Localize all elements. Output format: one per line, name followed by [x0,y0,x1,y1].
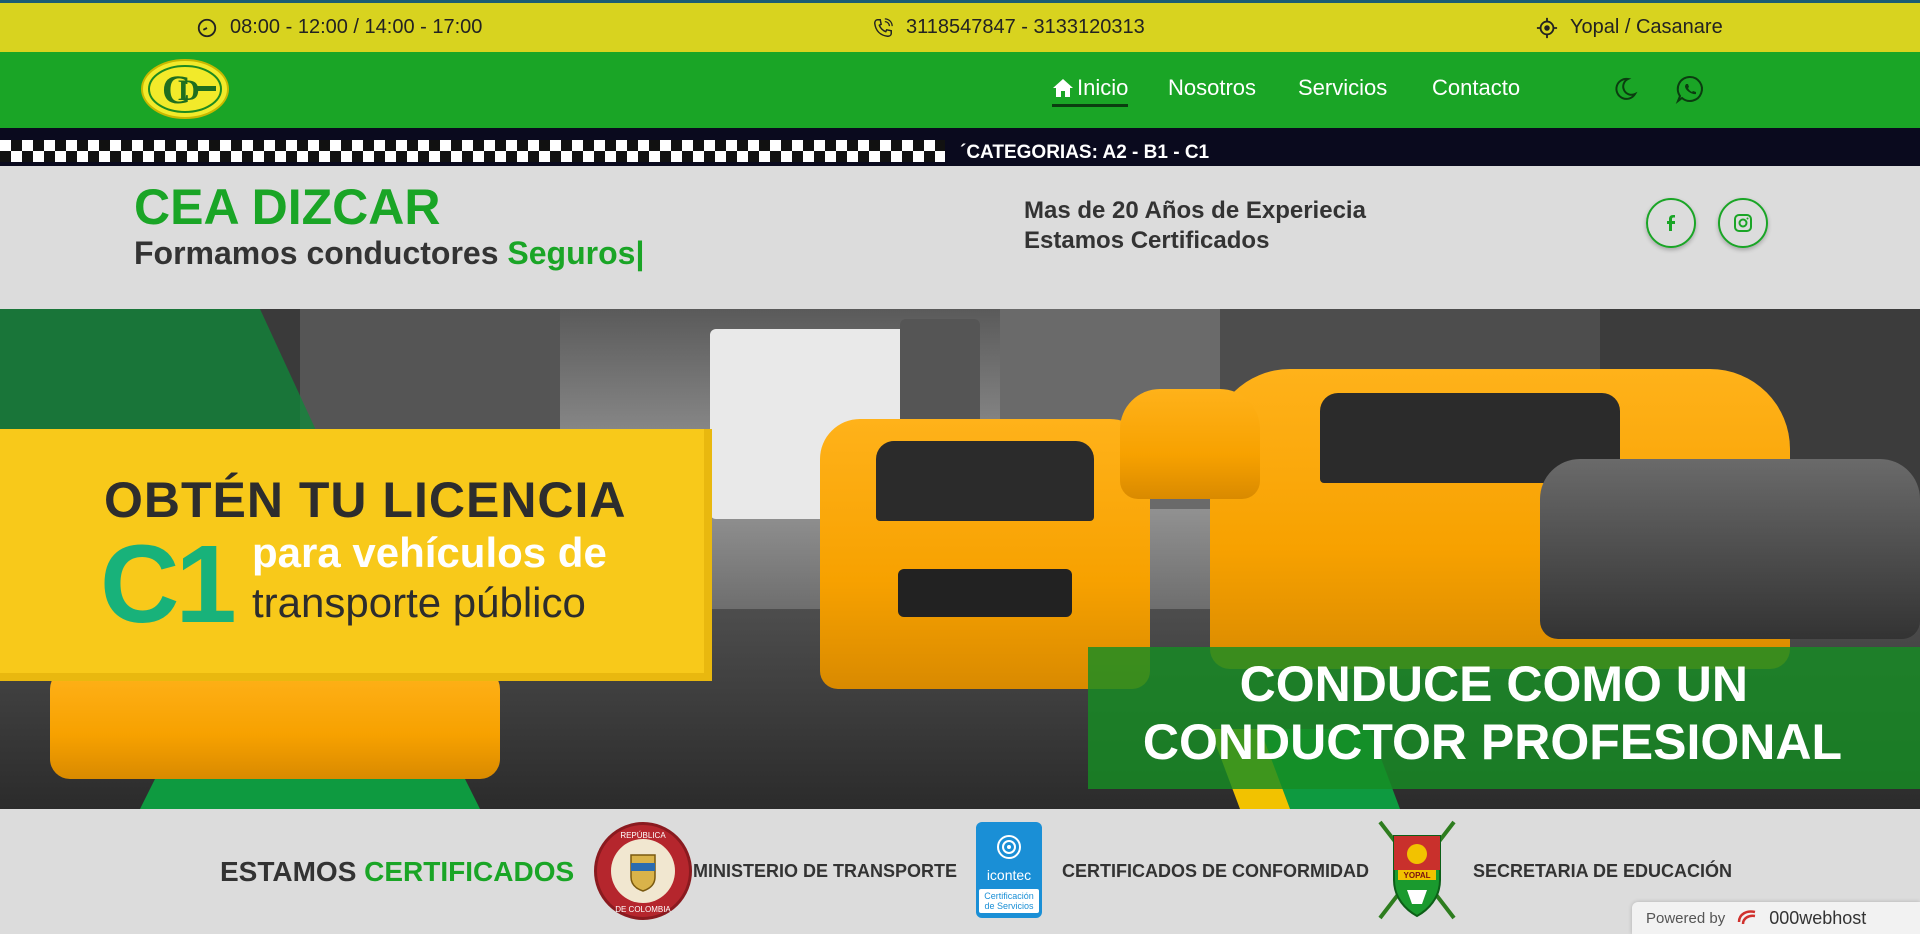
hours-info: 08:00 - 12:00 / 14:00 - 17:00 [196,16,482,39]
powered-prefix: Powered by [1646,909,1726,927]
facebook-icon [1667,215,1675,231]
facebook-button[interactable] [1646,198,1696,248]
location-text: Yopal / Casanare [1570,16,1723,38]
nav-link-contacto[interactable]: Contacto [1432,75,1520,101]
phone-text: 3118547847 - 3133120313 [906,16,1145,38]
phone-info: 3118547847 - 3133120313 [872,16,1145,39]
hero-banner: OBTÉN TU LICENCIA C1 para vehículos de t… [0,309,1920,809]
conformity-label: CERTIFICADOS DE CONFORMIDAD [1062,861,1369,881]
location-info: Yopal / Casanare [1536,16,1723,39]
drive-headline-line2: CONDUCTOR PROFESIONAL [1142,714,1842,770]
categories-text: ´CATEGORIAS: A2 - B1 - C1 [960,142,1210,163]
experience-text: Mas de 20 Años de Experiecia Estamos Cer… [1024,196,1366,256]
nav-link-inicio[interactable]: Inicio [1052,75,1129,107]
taxi [50,669,500,779]
main-navbar: C D Inicio Nosotros Servicios Contacto [0,52,1920,128]
certified-line: Estamos Certificados [1024,227,1270,254]
moon-icon[interactable] [1610,74,1640,104]
seal-bottom-text: DE COLOMBIA [615,905,671,914]
icontec-sub2: de Servicios [984,901,1034,911]
top-info-bar: 08:00 - 12:00 / 14:00 - 17:00 3118547847… [0,0,1920,52]
instagram-button[interactable] [1718,198,1768,248]
nav-link-label: Servicios [1298,75,1388,100]
webhost-logo-icon [1737,910,1756,925]
cea-dizcar-logo[interactable]: C D [140,58,230,120]
categories-strip: ´CATEGORIAS: A2 - B1 - C1 [0,128,1920,166]
nav-link-nosotros[interactable]: Nosotros [1168,75,1256,101]
license-category: C1 [100,523,237,646]
subtitle-accent: Seguros| [507,235,645,271]
seal-top-text: REPÚBLICA [620,831,666,840]
instagram-icon [1734,214,1752,232]
cert-title-accent: CERTIFICADOS [364,856,575,887]
taxi [1120,389,1260,499]
icontec-sub1: Certificación [984,891,1034,901]
icontec-name: icontec [986,867,1032,883]
phone-icon [874,17,893,37]
nav-link-label: Contacto [1432,75,1521,100]
powered-by-badge[interactable]: Powered by 000webhost [1632,902,1920,934]
nav-link-servicios[interactable]: Servicios [1298,75,1387,101]
education-label: SECRETARIA DE EDUCACIÓN [1473,861,1733,881]
whatsapp-icon[interactable] [1675,74,1705,104]
checkered-flag-pattern [0,140,945,162]
powered-brand: 000webhost [1769,907,1867,928]
license-detail-line2: transporte público [252,579,586,626]
home-icon [1053,79,1073,97]
cert-title-prefix: ESTAMOS [220,856,365,887]
hours-text: 08:00 - 12:00 / 14:00 - 17:00 [230,16,483,38]
green-accent-shape [0,309,320,439]
nav-link-label: Nosotros [1168,75,1257,100]
clock-icon [197,18,217,37]
icontec-logo: icontec Certificación de Servicios [976,822,1042,918]
brand-title: CEA DIZCAR [134,179,441,235]
dark-car [1540,459,1920,639]
subtitle-prefix: Formamos conductores [134,235,508,271]
ministry-label: MINISTERIO DE TRANSPORTE [693,861,958,881]
nav-link-label: Inicio [1077,75,1129,100]
brand-subtitle: Formamos conductores Seguros| [134,235,644,272]
drive-professional-card: CONDUCE COMO UN CONDUCTOR PROFESIONAL [1088,647,1920,789]
license-detail-line1: para vehículos de [252,529,607,576]
experience-line: Mas de 20 Años de Experiecia [1024,197,1366,224]
license-promo-card: OBTÉN TU LICENCIA C1 para vehículos de t… [0,429,712,681]
colombia-seal-logo: REPÚBLICA DE COLOMBIA [594,822,692,920]
location-target-icon [1536,17,1558,38]
yopal-coat-of-arms: YOPAL [1378,820,1456,920]
drive-headline-line1: CONDUCE COMO UN [1239,656,1748,712]
yopal-shield-text: YOPAL [1404,871,1431,880]
certifications-title: ESTAMOS CERTIFICADOS [220,856,574,888]
